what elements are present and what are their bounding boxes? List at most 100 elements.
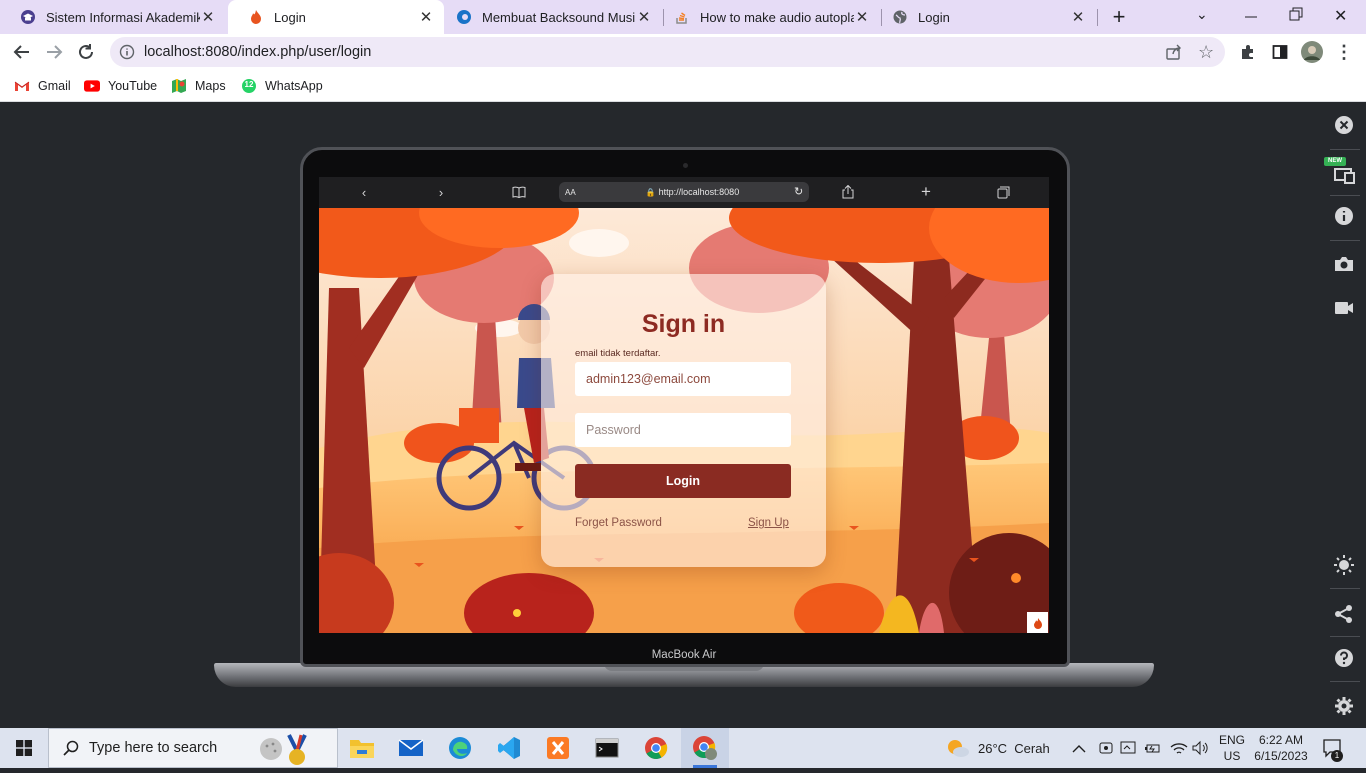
settings-gear-icon[interactable] (1330, 692, 1358, 720)
bookmark-whatsapp[interactable]: 12 WhatsApp (241, 76, 323, 96)
notifications-icon[interactable]: 1 (1322, 728, 1343, 768)
safari-bookmarks-icon[interactable] (508, 182, 530, 202)
close-icon[interactable]: ✕ (854, 8, 870, 26)
lang-code: ENG (1219, 733, 1246, 747)
info-icon[interactable] (110, 44, 144, 60)
volume-icon[interactable] (1192, 728, 1210, 768)
globe-icon (892, 9, 908, 25)
signup-link[interactable]: Sign Up (748, 517, 789, 529)
search-placeholder: Type here to search (89, 740, 218, 756)
device-label: MacBook Air (651, 649, 717, 661)
address-bar[interactable]: localhost:8080/index.php/user/login ☆ (110, 37, 1225, 67)
bookmark-star-icon[interactable]: ☆ (1198, 42, 1214, 63)
safari-url-text: 🔒 http://localhost:8080 (646, 187, 740, 197)
tab-membuat-backsound[interactable]: Membuat Backsound Musik D ✕ (446, 0, 662, 34)
password-input[interactable] (575, 413, 791, 447)
safari-address-bar[interactable]: AA 🔒 http://localhost:8080 ↻ (559, 182, 809, 202)
bookmark-youtube[interactable]: YouTube (84, 76, 157, 96)
graduation-cap-icon (20, 9, 36, 25)
bookmark-label: YouTube (108, 79, 158, 93)
bookmark-label: WhatsApp (265, 79, 323, 93)
share-nodes-icon[interactable] (1330, 600, 1358, 628)
tab-audio-autoplay[interactable]: How to make audio autoplay ✕ (664, 0, 880, 34)
tray-app-icon[interactable] (1098, 728, 1114, 768)
close-panel-icon[interactable] (1330, 111, 1358, 139)
minimize-button[interactable] (1244, 7, 1264, 27)
clock-date: 6/15/2023 (1254, 749, 1308, 763)
chrome-profile-icon[interactable] (681, 728, 729, 768)
windows-taskbar: Type here to search 26°C Cerah ENG US 6:… (0, 728, 1366, 768)
lock-icon: 🔒 (645, 187, 656, 197)
error-message: email tidak terdaftar. (575, 348, 661, 359)
weather-sun-cloud-icon (946, 738, 970, 758)
safari-tabs-icon[interactable] (992, 182, 1014, 202)
safari-forward-icon[interactable]: › (430, 182, 452, 202)
language-indicator[interactable]: ENG US (1219, 728, 1245, 768)
safari-back-icon[interactable]: ‹ (353, 182, 375, 202)
side-panel-icon[interactable] (1266, 38, 1294, 66)
restore-button[interactable] (1289, 7, 1309, 27)
panel-divider (1330, 149, 1360, 150)
vscode-icon[interactable] (485, 728, 533, 768)
codeigniter-flame-icon[interactable] (1027, 612, 1048, 633)
tab-search-chevron-icon[interactable]: ⌄ (1196, 6, 1216, 26)
tab-title: Membuat Backsound Musik D (482, 9, 636, 25)
chrome-icon[interactable] (632, 728, 680, 768)
terminal-icon[interactable] (583, 728, 631, 768)
edge-browser-icon[interactable] (436, 728, 484, 768)
tab-login-2[interactable]: Login ✕ (882, 0, 1096, 34)
email-input[interactable] (575, 362, 791, 396)
tray-chevron-up-icon[interactable] (1072, 728, 1086, 768)
close-icon[interactable]: ✕ (636, 8, 652, 26)
extensions-puzzle-icon[interactable] (1234, 38, 1262, 66)
reload-button[interactable] (72, 38, 100, 66)
bookmark-gmail[interactable]: Gmail (14, 76, 71, 96)
safari-share-icon[interactable] (837, 182, 859, 202)
back-button[interactable] (8, 38, 36, 66)
xampp-icon[interactable] (534, 728, 582, 768)
menu-kebab-icon[interactable]: ⋮ (1330, 38, 1358, 66)
file-explorer-icon[interactable] (338, 728, 386, 768)
panel-divider (1330, 195, 1360, 196)
share-icon[interactable] (1165, 43, 1183, 65)
bookmarks-bar: Gmail YouTube Maps 12 WhatsApp (0, 70, 1366, 102)
safari-new-tab-icon[interactable]: + (915, 182, 937, 202)
brightness-icon[interactable] (1330, 551, 1358, 579)
window-close-button[interactable]: ✕ (1334, 6, 1354, 26)
forward-button[interactable] (40, 38, 68, 66)
flame-icon (248, 9, 264, 25)
mail-icon[interactable] (387, 728, 435, 768)
tab-title: How to make audio autoplay (700, 9, 854, 25)
camera-icon[interactable] (1330, 250, 1358, 278)
panel-divider (1330, 636, 1360, 637)
close-icon[interactable]: ✕ (200, 8, 216, 26)
help-icon[interactable] (1330, 644, 1358, 672)
weather-widget[interactable]: 26°C Cerah (946, 728, 1050, 768)
tab-login-active[interactable]: Login ✕ (228, 0, 444, 34)
page-content: MacBook Air ‹ › AA 🔒 http://localhost:80… (0, 103, 1366, 728)
profile-avatar[interactable] (1298, 38, 1326, 66)
taskbar-search-box[interactable]: Type here to search (48, 728, 338, 768)
safari-font-toggle[interactable]: AA (565, 188, 576, 197)
stackoverflow-icon (674, 9, 690, 25)
weather-text: 26°C Cerah (978, 740, 1050, 756)
close-icon[interactable]: ✕ (1070, 8, 1086, 26)
bookmark-maps[interactable]: Maps (171, 76, 226, 96)
tab-divider (1097, 9, 1098, 26)
tab-strip: Sistem Informasi Akademik ✕ Login ✕ Memb… (0, 0, 1366, 34)
new-tab-button[interactable]: + (1106, 4, 1132, 30)
login-button[interactable]: Login (575, 464, 791, 498)
tab-sistem-informasi[interactable]: Sistem Informasi Akademik ✕ (0, 0, 226, 34)
tray-display-icon[interactable] (1120, 728, 1138, 768)
clock[interactable]: 6:22 AM 6/15/2023 (1252, 728, 1310, 768)
safari-reload-icon[interactable]: ↻ (794, 185, 803, 198)
safari-url-label: http://localhost:8080 (658, 187, 740, 197)
wifi-icon[interactable] (1170, 728, 1188, 768)
forget-password-link[interactable]: Forget Password (575, 517, 662, 529)
windows-start-icon[interactable] (0, 728, 48, 768)
info-circle-icon[interactable] (1330, 202, 1358, 230)
search-icon (63, 740, 79, 756)
video-camera-icon[interactable] (1330, 294, 1358, 322)
tray-battery-icon[interactable] (1144, 728, 1162, 768)
close-icon[interactable]: ✕ (418, 8, 434, 26)
